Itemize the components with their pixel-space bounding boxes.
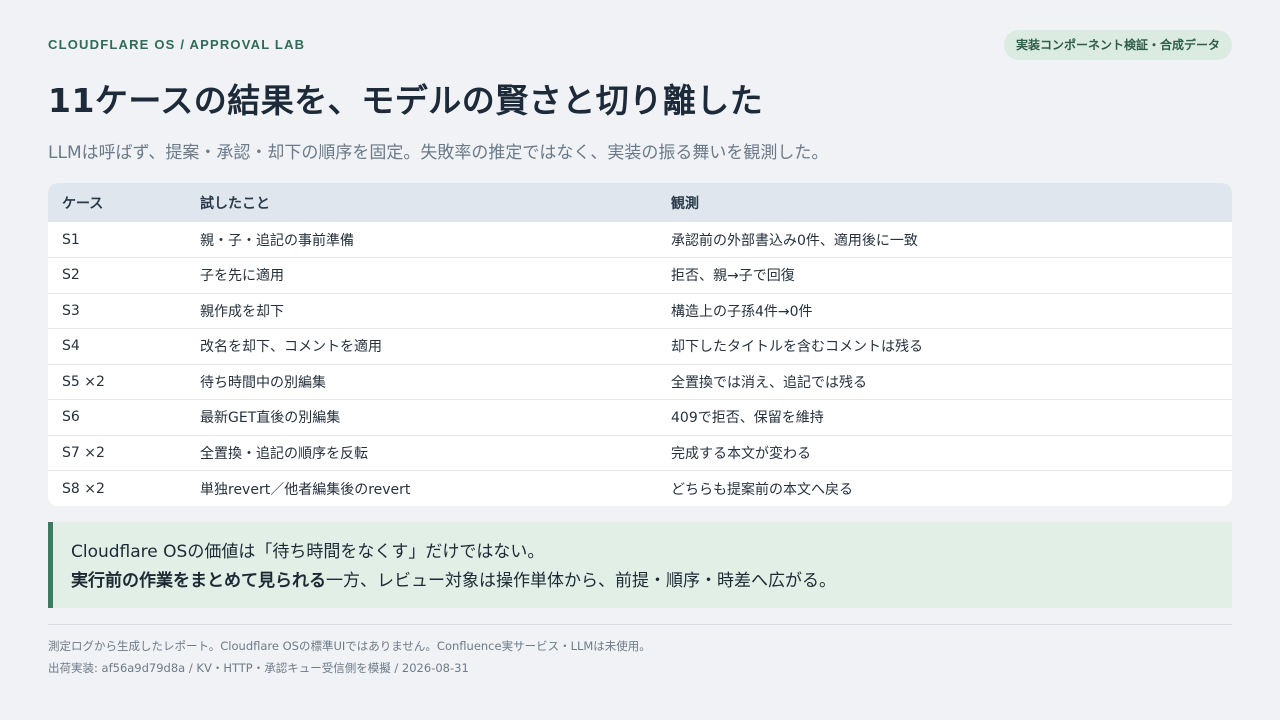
footer-build-info: 出荷実装: af56a9d79d8a / KV・HTTP・承認キュー受信側を模擬… <box>48 661 469 675</box>
table-row: S4 改名を却下、コメントを適用 却下したタイトルを含むコメントは残る <box>48 328 1232 365</box>
observed-cell: どちらも提案前の本文へ戻る <box>671 481 853 498</box>
table-row: S7 ×2 全置換・追記の順序を反転 完成する本文が変わる <box>48 435 1232 471</box>
brand-label: CLOUDFLARE OS / APPROVAL LAB <box>48 37 306 52</box>
column-header-case: ケース <box>62 195 104 212</box>
table-row: S1 親・子・追記の事前準備 承認前の外部書込み0件、適用後に一致 <box>48 222 1232 258</box>
page-title: 11ケースの結果を、モデルの賢さと切り離した <box>48 81 764 120</box>
table-row: S8 ×2 単独revert／他者編集後のrevert どちらも提案前の本文へ戻… <box>48 470 1232 507</box>
case-cell: S6 <box>62 409 80 426</box>
callout-emphasis: 実行前の作業をまとめて見られる <box>71 571 326 591</box>
table-row: S5 ×2 待ち時間中の別編集 全置換では消え、追記では残る <box>48 364 1232 400</box>
observed-cell: 完成する本文が変わる <box>671 445 811 462</box>
case-cell: S7 ×2 <box>62 444 105 461</box>
callout-line-2: 実行前の作業をまとめて見られる一方、レビュー対象は操作単体から、前提・順序・時差… <box>71 567 1232 596</box>
table-header-row: ケース 試したこと 観測 <box>48 183 1232 222</box>
footer-note: 測定ログから生成したレポート。Cloudflare OSの標準UIではありません… <box>48 639 651 653</box>
tried-cell: 改名を却下、コメントを適用 <box>200 339 382 356</box>
observed-cell: 構造上の子孫4件→0件 <box>671 303 813 320</box>
tried-cell: 全置換・追記の順序を反転 <box>200 445 368 462</box>
column-header-observed: 観測 <box>671 195 699 212</box>
case-cell: S4 <box>62 338 80 355</box>
table-row: S3 親作成を却下 構造上の子孫4件→0件 <box>48 293 1232 329</box>
case-cell: S5 ×2 <box>62 373 105 390</box>
tried-cell: 待ち時間中の別編集 <box>200 374 326 391</box>
callout-line-2-rest: 一方、レビュー対象は操作単体から、前提・順序・時差へ広がる。 <box>326 571 836 591</box>
case-cell: S1 <box>62 231 80 248</box>
case-cell: S8 ×2 <box>62 480 105 497</box>
tried-cell: 子を先に適用 <box>200 268 284 285</box>
tried-cell: 親・子・追記の事前準備 <box>200 232 354 249</box>
observed-cell: 全置換では消え、追記では残る <box>671 374 867 391</box>
observed-cell: 409で拒否、保留を維持 <box>671 410 824 427</box>
synthetic-data-badge: 実装コンポーネント検証・合成データ <box>1003 30 1232 60</box>
footer-divider <box>48 624 1232 625</box>
top-bar: CLOUDFLARE OS / APPROVAL LAB 実装コンポーネント検証… <box>48 30 1232 60</box>
observed-cell: 却下したタイトルを含むコメントは残る <box>671 339 923 356</box>
page-subtitle: LLMは呼ばず、提案・承認・却下の順序を固定。失敗率の推定ではなく、実装の振る舞… <box>48 143 829 163</box>
table-row: S6 最新GET直後の別編集 409で拒否、保留を維持 <box>48 399 1232 436</box>
key-takeaway-callout: Cloudflare OSの価値は「待ち時間をなくす」だけではない。 実行前の作… <box>48 522 1232 608</box>
tried-cell: 単独revert／他者編集後のrevert <box>200 481 411 498</box>
results-table: ケース 試したこと 観測 S1 親・子・追記の事前準備 承認前の外部書込み0件、… <box>48 183 1232 506</box>
case-cell: S2 <box>62 267 80 284</box>
case-cell: S3 <box>62 302 80 319</box>
column-header-tried: 試したこと <box>200 195 270 212</box>
table-row: S2 子を先に適用 拒否、親→子で回復 <box>48 257 1232 294</box>
observed-cell: 拒否、親→子で回復 <box>671 268 795 285</box>
tried-cell: 最新GET直後の別編集 <box>200 410 341 427</box>
tried-cell: 親作成を却下 <box>200 303 284 320</box>
callout-line-1: Cloudflare OSの価値は「待ち時間をなくす」だけではない。 <box>71 542 545 562</box>
report-page: CLOUDFLARE OS / APPROVAL LAB 実装コンポーネント検証… <box>48 0 1232 720</box>
observed-cell: 承認前の外部書込み0件、適用後に一致 <box>671 232 918 249</box>
